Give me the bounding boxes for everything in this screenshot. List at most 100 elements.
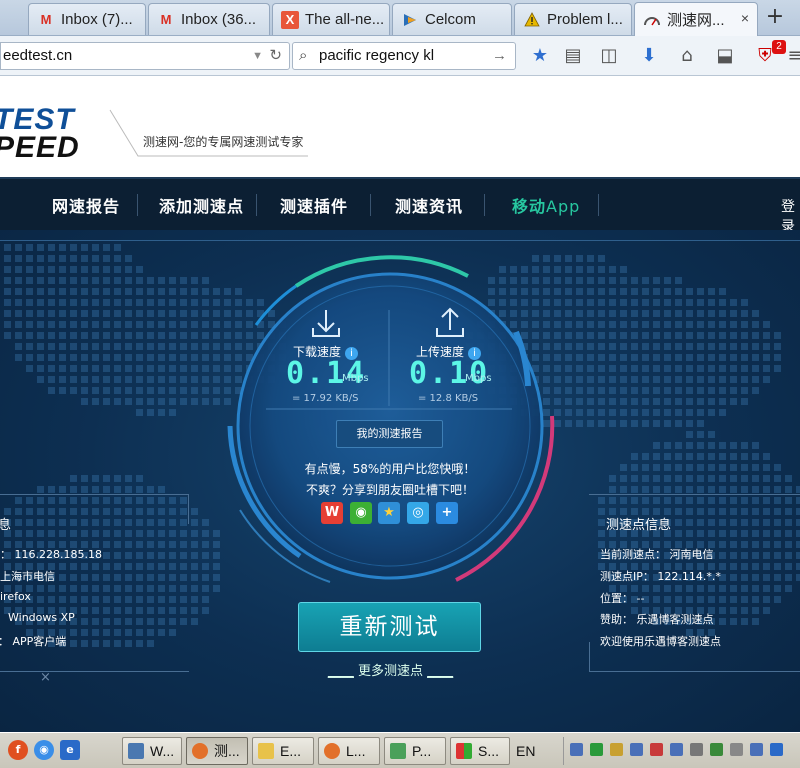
- warning-icon: [523, 11, 541, 29]
- tab-strip: M Inbox (7)... M Inbox (36... X The all-…: [0, 0, 800, 36]
- search-text: pacific regency kl: [319, 47, 435, 64]
- taskbar-item-speedtest[interactable]: 测...: [186, 737, 248, 765]
- user-client-row: ： APP客户端: [0, 635, 67, 648]
- weibo-share-icon[interactable]: W: [321, 502, 343, 524]
- menu-icon[interactable]: ≡: [782, 44, 800, 68]
- speedtest-area: 下载速度 i 上传速度 i 0.14 Mbps 0.10 Mbps = 17.92 …: [0, 230, 800, 732]
- new-tab-button[interactable]: +: [760, 5, 790, 31]
- site-slogan: 测速网-您的专属网速测试专家: [143, 135, 304, 149]
- search-icon: ⌕: [299, 47, 308, 64]
- go-arrow-icon[interactable]: →: [492, 43, 507, 69]
- download-icon[interactable]: ⬇: [636, 44, 662, 68]
- more-share-icon[interactable]: +: [436, 502, 458, 524]
- tab-label: Inbox (7)...: [61, 11, 133, 28]
- tab-inbox-1[interactable]: M Inbox (7)...: [28, 3, 146, 35]
- firefox-icon: [192, 743, 208, 759]
- folder-icon: [258, 743, 274, 759]
- close-panel-icon[interactable]: ×: [40, 670, 51, 685]
- bluetooth-icon[interactable]: [770, 743, 783, 756]
- pocket-icon[interactable]: ◫: [596, 44, 622, 68]
- upload-unit: Mbps: [465, 373, 492, 384]
- download-rate: = 17.92 KB/S: [292, 393, 359, 404]
- panel-border: [589, 642, 590, 672]
- test-point-info-title: 测速点信息: [606, 518, 672, 533]
- computer-icon: [128, 743, 144, 759]
- tab-problem[interactable]: Problem l...: [514, 3, 632, 35]
- dropdown-icon[interactable]: ▼: [252, 43, 263, 69]
- home-icon[interactable]: ⌂: [674, 44, 700, 68]
- chrome-quicklaunch-icon[interactable]: ◉: [34, 740, 54, 760]
- taskbar-item-w[interactable]: W...: [122, 737, 182, 765]
- taskbar-item-e[interactable]: E...: [252, 737, 314, 765]
- app-grid-icon: [456, 743, 472, 759]
- menu-speed-report[interactable]: 网速报告: [52, 193, 120, 217]
- more-test-points-link[interactable]: ____ 更多测速点 ____: [318, 660, 463, 679]
- retest-button[interactable]: 重新测试: [298, 602, 481, 652]
- test-point-ip-row: 测速点IP： 122.114.*.*: [600, 570, 721, 583]
- speedometer-icon: [643, 11, 661, 29]
- network-icon[interactable]: [590, 743, 603, 756]
- download-unit: Mbps: [342, 373, 369, 384]
- menu-speed-news[interactable]: 测速资讯: [395, 193, 463, 217]
- share-message: 不爽？分享到朋友圈吐槽下吧！: [305, 483, 474, 497]
- volume-icon[interactable]: [690, 743, 703, 756]
- menu-mobile-app[interactable]: 移动App: [512, 193, 580, 217]
- network-error-icon[interactable]: [670, 743, 683, 756]
- reading-list-icon[interactable]: ▤: [560, 44, 586, 68]
- address-bar[interactable]: eedtest.cn ▼ ↻: [0, 42, 290, 70]
- celcom-icon: [401, 11, 419, 29]
- site-logo[interactable]: TEST PEED: [0, 105, 80, 162]
- menu-divider: [370, 194, 371, 216]
- menu-add-test-point[interactable]: 添加测速点: [159, 193, 244, 217]
- tab-label: Problem l...: [547, 11, 623, 28]
- tab-all-new[interactable]: X The all-ne...: [272, 3, 390, 35]
- tab-celcom[interactable]: Celcom: [392, 3, 512, 35]
- taskbar: f ◉ e W... 测... E... L... P... S... EN: [0, 732, 800, 768]
- tencent-weibo-share-icon[interactable]: ◎: [407, 502, 429, 524]
- user-browser-row: irefox: [0, 590, 31, 603]
- my-report-button[interactable]: 我的测速报告: [336, 420, 443, 448]
- ie-quicklaunch-icon[interactable]: e: [60, 740, 80, 760]
- wechat-share-icon[interactable]: ◉: [350, 502, 372, 524]
- reload-icon[interactable]: ↻: [269, 43, 282, 69]
- usb-icon[interactable]: [730, 743, 743, 756]
- tab-speedtest[interactable]: 测速网... ×: [634, 2, 758, 36]
- user-info-title: 息: [0, 518, 12, 533]
- upload-rate: = 12.8 KB/S: [418, 393, 479, 404]
- antivirus-icon[interactable]: [610, 743, 623, 756]
- current-test-point-row: 当前测速点： 河南电信: [600, 548, 714, 561]
- panel-border: [0, 671, 189, 672]
- search-input[interactable]: ⌕ pacific regency kl →: [292, 42, 516, 70]
- sponsor-row: 赞助： 乐遇博客测速点: [600, 613, 714, 626]
- user-isp-row: 上海市电信: [0, 570, 55, 583]
- user-ip-row: ： 116.228.185.18: [0, 548, 102, 561]
- tab-label: Celcom: [425, 11, 476, 28]
- menu-speed-plugin[interactable]: 测速插件: [280, 193, 348, 217]
- system-tray: [563, 737, 800, 765]
- network-error-icon[interactable]: [570, 743, 583, 756]
- language-indicator[interactable]: EN: [516, 743, 535, 759]
- tab-label: The all-ne...: [305, 11, 385, 28]
- firefox-quicklaunch-icon[interactable]: f: [8, 740, 28, 760]
- welcome-row: 欢迎使用乐遇博客测速点: [600, 635, 721, 648]
- menu-divider: [598, 194, 599, 216]
- bookmark-star-icon[interactable]: ★: [527, 44, 553, 68]
- menu-divider: [484, 194, 485, 216]
- network-error-icon[interactable]: [650, 743, 663, 756]
- main-menu: 网速报告 添加测速点 测速插件 测速资讯 移动App 登录: [0, 177, 800, 235]
- network-error-icon[interactable]: [750, 743, 763, 756]
- gmail-icon: M: [40, 12, 52, 27]
- taskbar-item-s[interactable]: S...: [450, 737, 510, 765]
- qzone-share-icon[interactable]: ★: [378, 502, 400, 524]
- panel-border: [589, 671, 800, 672]
- taskbar-item-p[interactable]: P...: [384, 737, 446, 765]
- network-error-icon[interactable]: [630, 743, 643, 756]
- tab-label: 测速网...: [667, 12, 725, 29]
- location-row: 位置： --: [600, 592, 645, 605]
- close-tab-icon[interactable]: ×: [741, 10, 749, 26]
- taskbar-item-l[interactable]: L...: [318, 737, 380, 765]
- menu-divider: [137, 194, 138, 216]
- save-page-icon[interactable]: ⬓: [712, 44, 738, 68]
- tab-inbox-2[interactable]: M Inbox (36...: [148, 3, 270, 35]
- update-icon[interactable]: [710, 743, 723, 756]
